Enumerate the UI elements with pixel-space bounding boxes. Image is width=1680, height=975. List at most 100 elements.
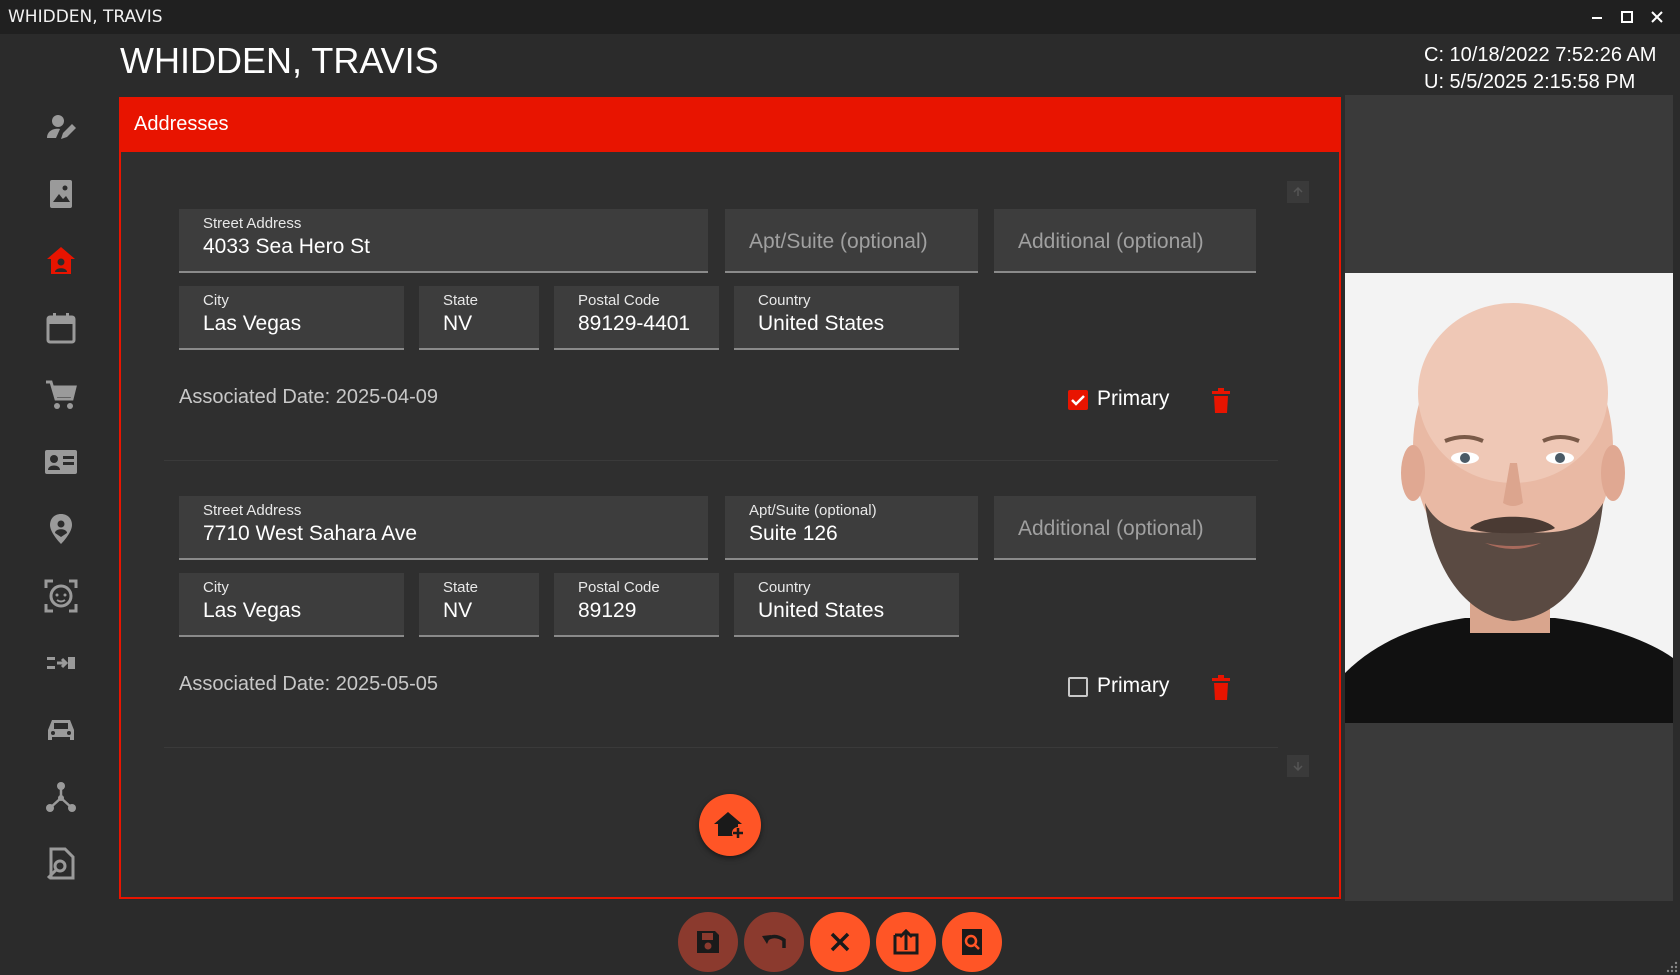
minimize-button[interactable]	[1584, 5, 1610, 29]
addresses-header: Addresses	[121, 99, 1339, 152]
apt-suite-placeholder: Apt/Suite (optional)	[749, 230, 928, 253]
person-name-heading: WHIDDEN, TRAVIS	[120, 40, 439, 81]
postal-code-label: Postal Code	[578, 292, 660, 309]
sidebar-item-calendar[interactable]	[37, 304, 85, 352]
export-button[interactable]	[876, 912, 936, 972]
country-label: Country	[758, 292, 811, 309]
postal-code-value: 89129	[578, 599, 637, 622]
scroll-up-button[interactable]	[1287, 181, 1309, 203]
street-address-field[interactable]: Street Address 4033 Sea Hero St	[179, 209, 708, 273]
delete-address-button[interactable]	[1210, 388, 1232, 414]
maximize-button[interactable]	[1614, 5, 1640, 29]
street-address-field[interactable]: Street Address 7710 West Sahara Ave	[179, 496, 708, 560]
updated-timestamp: U: 5/5/2025 2:15:58 PM	[1424, 71, 1636, 93]
street-address-label: Street Address	[203, 502, 302, 519]
postal-code-field[interactable]: Postal Code 89129	[554, 573, 719, 637]
cancel-button[interactable]	[810, 912, 870, 972]
car-icon	[48, 720, 74, 740]
city-value: Las Vegas	[203, 312, 302, 335]
window-title: WHIDDEN, TRAVIS	[8, 7, 163, 27]
sidebar-item-contact-card[interactable]	[37, 438, 85, 486]
additional-placeholder: Additional (optional)	[1018, 230, 1204, 253]
cart-icon	[46, 380, 77, 409]
profile-photo[interactable]	[1345, 273, 1673, 723]
sidebar-item-hierarchy[interactable]	[37, 773, 85, 821]
arrow-up-icon	[1293, 186, 1303, 196]
sidebar-item-face-scan[interactable]	[37, 572, 85, 620]
city-value: Las Vegas	[203, 599, 302, 622]
state-label: State	[443, 292, 479, 309]
save-icon	[697, 931, 719, 953]
city-field[interactable]: City Las Vegas	[179, 286, 404, 350]
postal-code-field[interactable]: Postal Code 89129-4401	[554, 286, 719, 350]
close-icon	[830, 932, 850, 952]
country-value: United States	[758, 599, 885, 622]
addresses-panel: Addresses Street Address 4033 Sea Hero S…	[119, 97, 1341, 899]
add-address-button[interactable]	[699, 794, 761, 856]
document-search-icon	[46, 847, 75, 880]
address-card: Street Address 4033 Sea Hero St Apt/Suit…	[164, 179, 1278, 461]
primary-label: Primary	[1097, 674, 1170, 697]
street-address-label: Street Address	[203, 215, 302, 232]
undo-button[interactable]	[744, 912, 804, 972]
associated-date: Associated Date: 2025-05-05	[179, 673, 439, 695]
contact-card-icon	[45, 450, 77, 474]
hierarchy-icon	[46, 782, 76, 812]
country-field[interactable]: Country United States	[734, 286, 959, 350]
preview-search-icon	[962, 929, 982, 955]
street-address-value: 7710 West Sahara Ave	[203, 522, 418, 545]
sidebar-item-document-search[interactable]	[37, 840, 85, 888]
sidebar	[0, 34, 116, 975]
photo-panel	[1345, 95, 1673, 901]
arrow-down-icon	[1293, 762, 1303, 772]
sidebar-item-photo-book[interactable]	[37, 170, 85, 218]
additional-field[interactable]: Additional (optional)	[994, 496, 1256, 560]
preview-button[interactable]	[942, 912, 1002, 972]
person-edit-icon	[47, 115, 76, 139]
close-icon	[1651, 11, 1663, 23]
address-card: Street Address 7710 West Sahara Ave Apt/…	[164, 466, 1278, 748]
timestamps: C: 10/18/2022 7:52:26 AM U: 5/5/2025 2:1…	[1424, 42, 1670, 96]
sidebar-item-transfer[interactable]	[37, 639, 85, 687]
home-person-icon	[47, 247, 75, 274]
title-bar: WHIDDEN, TRAVIS	[0, 0, 1680, 34]
additional-field[interactable]: Additional (optional)	[994, 209, 1256, 273]
sidebar-item-location[interactable]	[37, 505, 85, 553]
sidebar-item-vehicle[interactable]	[37, 706, 85, 754]
primary-checkbox[interactable]	[1068, 390, 1088, 410]
state-field[interactable]: State NV	[419, 286, 539, 350]
state-value: NV	[443, 312, 473, 335]
close-window-button[interactable]	[1644, 5, 1670, 29]
city-field[interactable]: City Las Vegas	[179, 573, 404, 637]
export-icon	[893, 928, 919, 955]
apt-suite-value: Suite 126	[749, 522, 838, 545]
primary-checkbox[interactable]	[1068, 677, 1088, 697]
primary-label: Primary	[1097, 387, 1170, 410]
additional-placeholder: Additional (optional)	[1018, 517, 1204, 540]
resize-grip-icon[interactable]	[1664, 959, 1678, 973]
section-title: Addresses	[134, 113, 229, 135]
apt-suite-label: Apt/Suite (optional)	[749, 502, 877, 519]
associated-date: Associated Date: 2025-04-09	[179, 386, 439, 408]
created-timestamp: C: 10/18/2022 7:52:26 AM	[1424, 44, 1657, 66]
save-button[interactable]	[678, 912, 738, 972]
delete-address-button[interactable]	[1210, 675, 1232, 701]
postal-code-label: Postal Code	[578, 579, 660, 596]
apt-suite-field[interactable]: Apt/Suite (optional) Suite 126	[725, 496, 978, 560]
face-scan-icon	[44, 579, 78, 613]
scroll-down-button[interactable]	[1287, 755, 1309, 777]
sidebar-item-cart[interactable]	[37, 371, 85, 419]
sidebar-item-person-edit[interactable]	[37, 104, 85, 152]
state-label: State	[443, 579, 479, 596]
state-field[interactable]: State NV	[419, 573, 539, 637]
calendar-icon	[46, 313, 76, 344]
home-add-icon	[714, 812, 744, 839]
apt-suite-field[interactable]: Apt/Suite (optional)	[725, 209, 978, 273]
city-label: City	[203, 579, 229, 596]
sidebar-item-addresses[interactable]	[37, 237, 85, 285]
transfer-icon	[47, 657, 75, 669]
undo-icon	[762, 934, 786, 948]
country-field[interactable]: Country United States	[734, 573, 959, 637]
street-address-value: 4033 Sea Hero St	[203, 235, 370, 258]
maximize-icon	[1621, 11, 1633, 23]
